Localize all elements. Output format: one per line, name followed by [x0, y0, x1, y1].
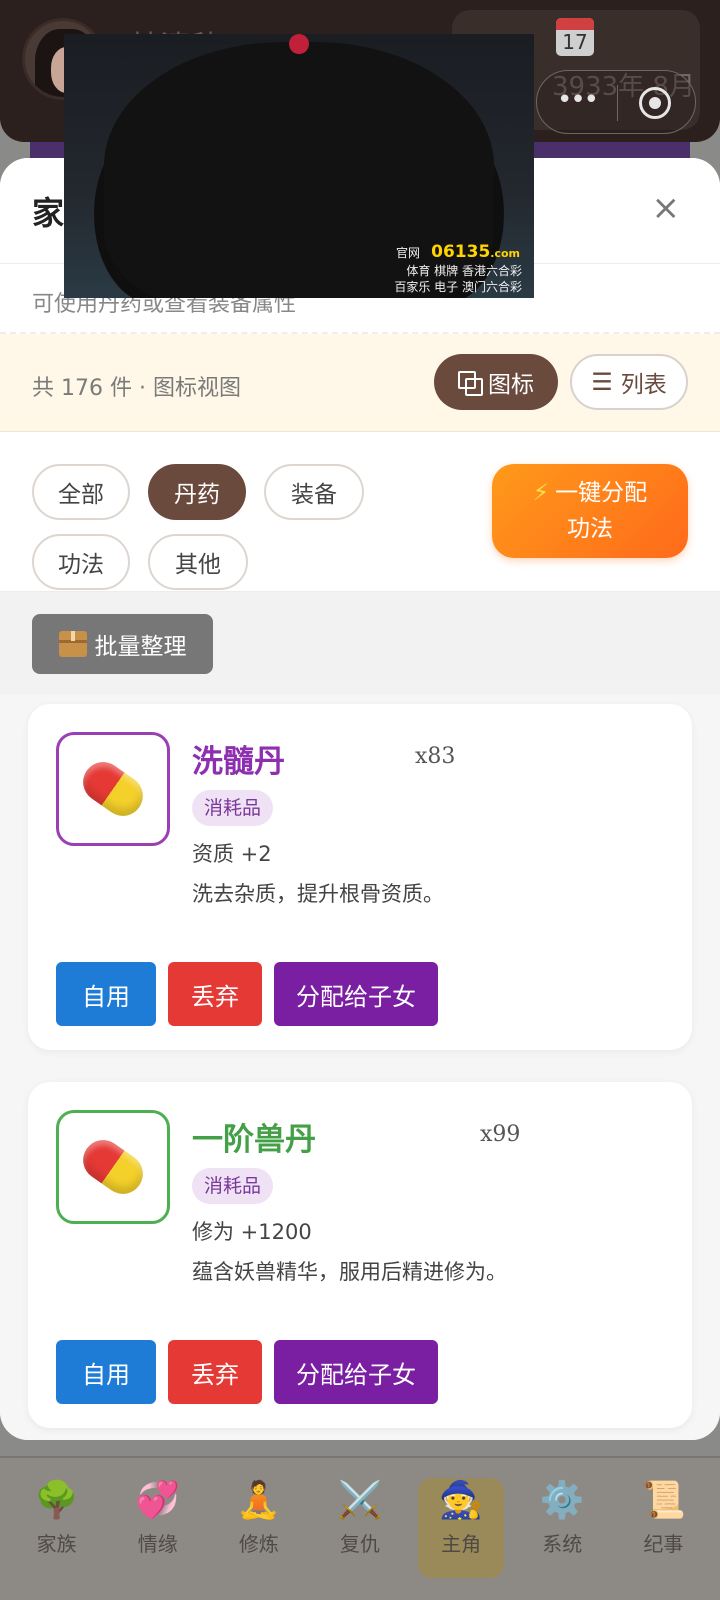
nav-item-romance[interactable]: 💞 情缘 — [115, 1478, 201, 1578]
item-name: 洗髓丹 — [192, 744, 285, 780]
list-view-icon: ☰ — [591, 368, 613, 396]
item-quantity: x99 — [480, 1122, 521, 1147]
miniapp-capsule: ••• — [536, 70, 696, 134]
item-name: 一阶兽丹 — [192, 1122, 316, 1158]
nav-item-hero[interactable]: 🧙 主角 — [418, 1478, 505, 1578]
filter-techniques[interactable]: 功法 — [32, 534, 130, 590]
swords-icon: ⚔️ — [337, 1480, 383, 1521]
nav-item-revenge[interactable]: ⚔️ 复仇 — [317, 1478, 403, 1578]
item-icon-frame[interactable] — [56, 1110, 170, 1224]
item-count: 共 176 件 · 图标视图 — [32, 376, 241, 401]
use-button[interactable]: 自用 — [56, 962, 156, 1026]
modal-title: 家 — [32, 194, 65, 232]
video-ad-overlay[interactable]: 官网 06135.com 体育 棋牌 香港六合彩 百家乐 电子 澳门六合彩 — [64, 34, 534, 298]
item-card: 一阶兽丹 x99 消耗品 修为 +1200 蕴含妖兽精华，服用后精进修为。 自用… — [28, 1082, 692, 1428]
pill-icon — [75, 1132, 151, 1202]
box-icon — [58, 631, 87, 657]
item-quantity: x83 — [415, 744, 456, 769]
item-description: 洗去杂质，提升根骨资质。 — [192, 882, 444, 906]
filter-equipment[interactable]: 装备 — [264, 464, 364, 520]
ad-text-line: 体育 棋牌 香港六合彩 — [406, 264, 522, 278]
auto-assign-button[interactable]: ⚡ 一键分配 功法 — [492, 464, 688, 558]
assign-to-child-button[interactable]: 分配给子女 — [274, 962, 438, 1026]
view-grid-button[interactable]: 图标 — [434, 354, 558, 410]
nav-item-cultivate[interactable]: 🧘 修炼 — [216, 1478, 302, 1578]
more-dots-icon[interactable]: ••• — [557, 85, 599, 115]
use-button[interactable]: 自用 — [56, 1340, 156, 1404]
target-icon[interactable] — [639, 87, 671, 119]
ad-brand: 06135.com — [431, 242, 520, 262]
filter-other[interactable]: 其他 — [148, 534, 248, 590]
item-type-badge: 消耗品 — [192, 790, 274, 826]
item-effect: 修为 +1200 — [192, 1220, 312, 1244]
item-description: 蕴含妖兽精华，服用后精进修为。 — [192, 1260, 507, 1284]
nav-item-chronicle[interactable]: 📜 纪事 — [620, 1478, 706, 1578]
ad-text-line: 百家乐 电子 澳门六合彩 — [394, 280, 522, 294]
count-bar: 共 176 件 · 图标视图 图标 ☰ 列表 — [0, 334, 720, 432]
inventory-modal: 家 × 可使用丹药或查看装备属性 共 176 件 · 图标视图 图标 ☰ 列表 … — [0, 158, 720, 1440]
nav-item-system[interactable]: ⚙️ 系统 — [519, 1478, 605, 1578]
filter-all[interactable]: 全部 — [32, 464, 130, 520]
meditate-icon: 🧘 — [236, 1480, 282, 1521]
tree-icon: 🌳 — [34, 1480, 79, 1521]
item-card: 洗髓丹 x83 消耗品 资质 +2 洗去杂质，提升根骨资质。 自用 丢弃 分配给… — [28, 704, 692, 1050]
item-effect: 资质 +2 — [192, 842, 272, 866]
filter-pills[interactable]: 丹药 — [148, 464, 246, 520]
view-list-button[interactable]: ☰ 列表 — [570, 354, 688, 410]
assign-to-child-button[interactable]: 分配给子女 — [274, 1340, 438, 1404]
bottom-nav: 🌳 家族 💞 情缘 🧘 修炼 ⚔️ 复仇 🧙 主角 ⚙️ 系统 📜 纪事 — [0, 1456, 720, 1600]
gear-icon: ⚙️ — [539, 1480, 585, 1521]
hearts-icon: 💞 — [135, 1480, 181, 1521]
batch-organize-button[interactable]: 批量整理 — [32, 614, 213, 674]
ad-text-line: 官网 — [396, 246, 421, 260]
grid-view-icon — [458, 371, 483, 396]
item-list: 洗髓丹 x83 消耗品 资质 +2 洗去杂质，提升根骨资质。 自用 丢弃 分配给… — [0, 694, 720, 1440]
filter-area: 全部 丹药 装备 功法 其他 ⚡ 一键分配 功法 — [0, 432, 720, 592]
item-icon-frame[interactable] — [56, 732, 170, 846]
discard-button[interactable]: 丢弃 — [168, 962, 262, 1026]
pill-icon — [75, 754, 151, 824]
scroll-icon: 📜 — [640, 1480, 686, 1521]
discard-button[interactable]: 丢弃 — [168, 1340, 262, 1404]
lightning-icon: ⚡ — [532, 480, 550, 506]
close-icon[interactable]: × — [652, 188, 681, 228]
nav-item-family[interactable]: 🌳 家族 — [14, 1478, 100, 1578]
calendar-icon: 17 — [556, 18, 594, 56]
batch-row: 批量整理 — [0, 592, 720, 694]
item-type-badge: 消耗品 — [192, 1168, 274, 1204]
mage-icon: 🧙 — [438, 1480, 484, 1521]
